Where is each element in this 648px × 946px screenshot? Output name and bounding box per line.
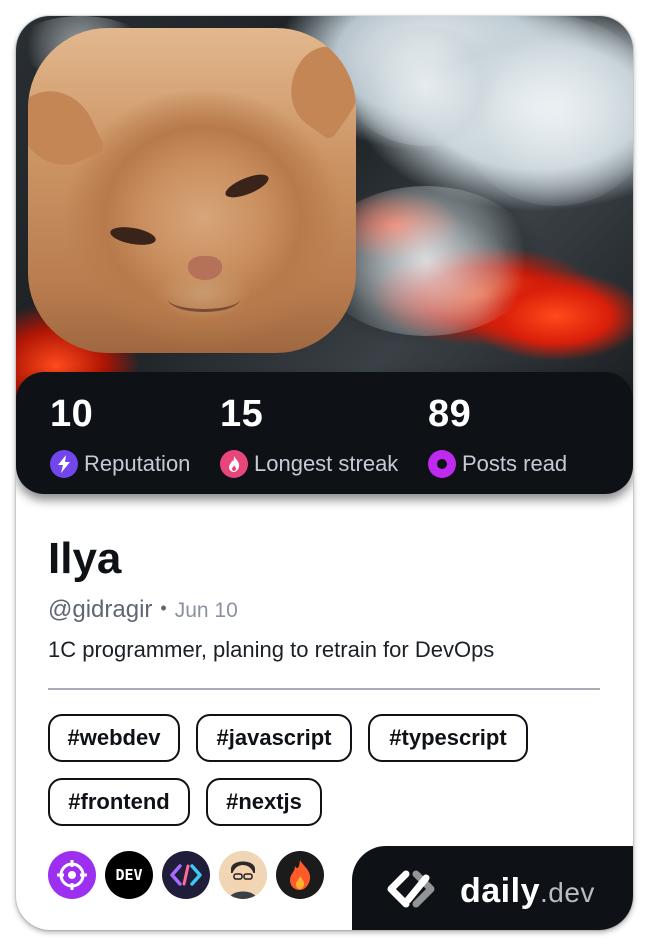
avatar-icon [219, 851, 267, 899]
stat-value: 15 [220, 393, 264, 435]
profile-name: Ilya [48, 534, 122, 583]
daily-dev-branding: daily.dev [352, 846, 633, 930]
tag-webdev[interactable]: #webdev [48, 714, 180, 762]
tag-typescript[interactable]: #typescript [368, 714, 528, 762]
code-brackets-icon [162, 851, 210, 899]
dev-to-icon: DEV [105, 851, 153, 899]
tag-javascript[interactable]: #javascript [196, 714, 352, 762]
tag-frontend[interactable]: #frontend [48, 778, 190, 826]
brand-name: daily [460, 871, 540, 910]
tag-nextjs[interactable]: #nextjs [206, 778, 322, 826]
divider [48, 688, 600, 690]
daily-dev-logo-icon [386, 870, 448, 913]
brand-tld: .dev [539, 876, 595, 908]
stats-bar: 10 Reputation 15 Longest streak 89 Posts… [16, 372, 633, 494]
profile-bio: 1C programmer, planing to retrain for De… [48, 637, 495, 662]
target-crosshair-icon [48, 851, 96, 899]
daily-dev-wordmark: daily.dev [460, 872, 595, 911]
stat-longest-streak: 15 Longest streak [220, 392, 398, 478]
joined-date: Jun 10 [174, 599, 238, 622]
stat-label: Reputation [84, 451, 191, 476]
stat-value: 89 [428, 393, 472, 435]
profile-avatar [28, 28, 356, 353]
source-badges: DEV [48, 851, 333, 899]
flame-icon [276, 851, 324, 899]
devcard: 10 Reputation 15 Longest streak 89 Posts… [16, 16, 633, 930]
profile-handle: @gidragir [48, 596, 153, 623]
reputation-bolt-icon [50, 450, 78, 478]
handle-row: @gidragir • Jun 10 [48, 596, 238, 624]
posts-read-ring-icon [428, 450, 456, 478]
stat-label: Posts read [462, 451, 568, 476]
separator-dot: • [160, 598, 167, 618]
stat-posts-read: 89 Posts read [428, 392, 567, 478]
stat-reputation: 10 Reputation [50, 392, 190, 478]
dev-to-text: DEV [115, 866, 143, 884]
streak-flame-icon [220, 450, 248, 478]
stat-label: Longest streak [254, 451, 399, 476]
stat-value: 10 [50, 393, 94, 435]
